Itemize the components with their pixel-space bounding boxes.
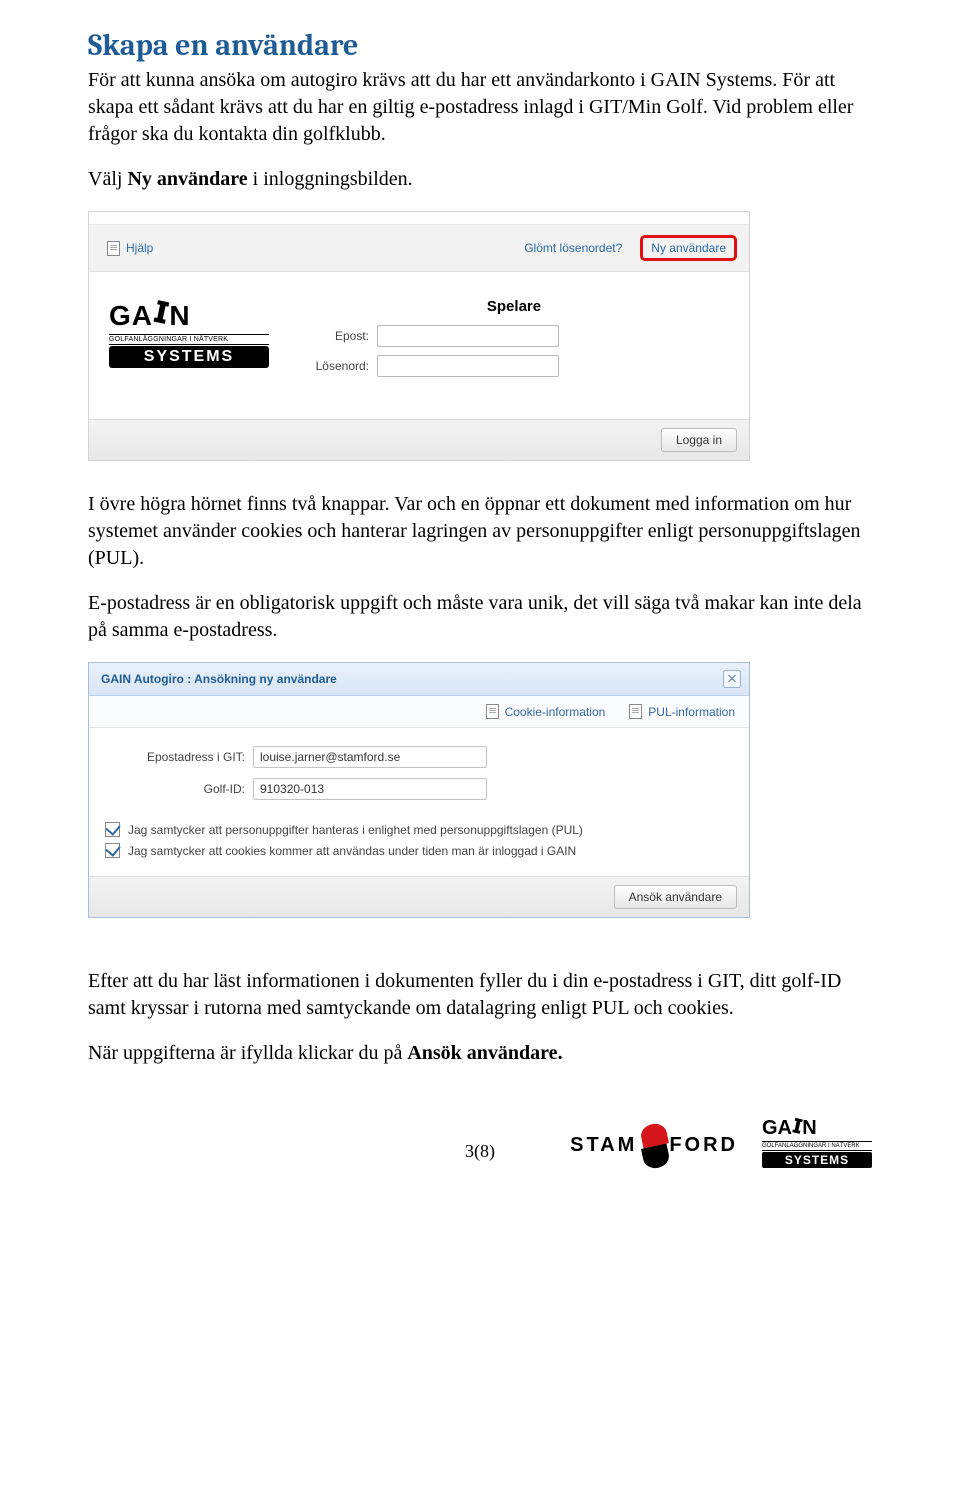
document-page: Skapa en användare För att kunna ansöka … [0,0,960,1085]
logo-text-ga: GA [109,300,153,331]
intro-p2-bold: Ny användare [127,168,247,190]
page-heading: Skapa en användare [88,28,872,63]
login-linkbar: Hjälp Glömt lösenordet? Ny användare [89,225,749,272]
logo-text-n: N [169,300,190,331]
login-form-title: Spelare [299,298,729,315]
pul-info-label: PUL-information [648,705,735,719]
document-icon [486,704,499,719]
after-paragraph-2: När uppgifterna är ifyllda klickar du på… [88,1040,872,1067]
cookie-consent-label: Jag samtycker att cookies kommer att anv… [128,844,576,858]
login-button[interactable]: Logga in [661,428,737,452]
logo-systems: SYSTEMS [109,346,269,368]
pul-consent-checkbox[interactable] [105,822,120,837]
new-user-dialog-screenshot: GAIN Autogiro : Ansökning ny användare C… [88,662,750,918]
dialog-title: GAIN Autogiro : Ansökning ny användare [101,672,337,686]
pul-info-link[interactable]: PUL-information [629,704,735,719]
after-p2-bold: Ansök användare. [407,1042,562,1064]
git-email-label: Epostadress i GIT: [105,750,245,764]
after-paragraph-1: Efter att du har läst informationen i do… [88,968,872,1022]
mid-paragraph-2: E-postadress är en obligatorisk uppgift … [88,590,872,644]
foot-logo-ga: GA [762,1117,792,1139]
cookie-consent-checkbox[interactable] [105,843,120,858]
intro-paragraph-1: För att kunna ansöka om autogiro krävs a… [88,67,872,148]
foot-logo-n: N [802,1117,816,1139]
email-label: Epost: [299,329,369,343]
mid-paragraph-1: I övre högra hörnet finns två knappar. V… [88,491,872,572]
pul-consent-label: Jag samtycker att personuppgifter hanter… [128,823,583,837]
login-screenshot: Hjälp Glömt lösenordet? Ny användare GA𝗜… [88,211,750,461]
cookie-info-label: Cookie-information [505,705,606,719]
golf-id-input[interactable]: 910320-013 [253,778,487,800]
email-input[interactable] [377,325,559,347]
stamford-s-icon [637,1122,673,1168]
page-footer: 3(8) STAM FORD GA𝗜N GOLFANLÄGGNINGAR I N… [0,1115,960,1168]
password-input[interactable] [377,355,559,377]
window-chrome [89,212,749,225]
password-label: Lösenord: [299,359,369,373]
golf-id-label: Golf-ID: [105,782,245,796]
page-number: 3(8) [0,1141,960,1162]
apply-user-button[interactable]: Ansök användare [614,885,737,909]
document-icon [629,704,642,719]
intro-p2-pre: Välj [88,168,127,190]
close-icon[interactable] [723,670,741,688]
forgot-password-link[interactable]: Glömt lösenordet? [524,241,622,255]
help-link[interactable]: Hjälp [126,241,153,255]
new-user-link-highlighted[interactable]: Ny användare [640,235,737,261]
cookie-info-link[interactable]: Cookie-information [486,704,606,719]
intro-paragraph-2: Välj Ny användare i inloggningsbilden. [88,166,872,193]
logo-subtitle: GOLFANLÄGGNINGAR I NÄTVERK [109,334,269,345]
intro-p2-post: i inloggningsbilden. [248,168,413,190]
document-icon [107,241,120,256]
git-email-input[interactable]: louise.jarner@stamford.se [253,746,487,768]
dialog-titlebar: GAIN Autogiro : Ansökning ny användare [89,663,749,696]
gain-logo: GA𝗜N GOLFANLÄGGNINGAR I NÄTVERK SYSTEMS [109,298,269,368]
after-p2-pre: När uppgifterna är ifyllda klickar du på [88,1042,407,1064]
login-form: Spelare Epost: Lösenord: [299,298,729,385]
